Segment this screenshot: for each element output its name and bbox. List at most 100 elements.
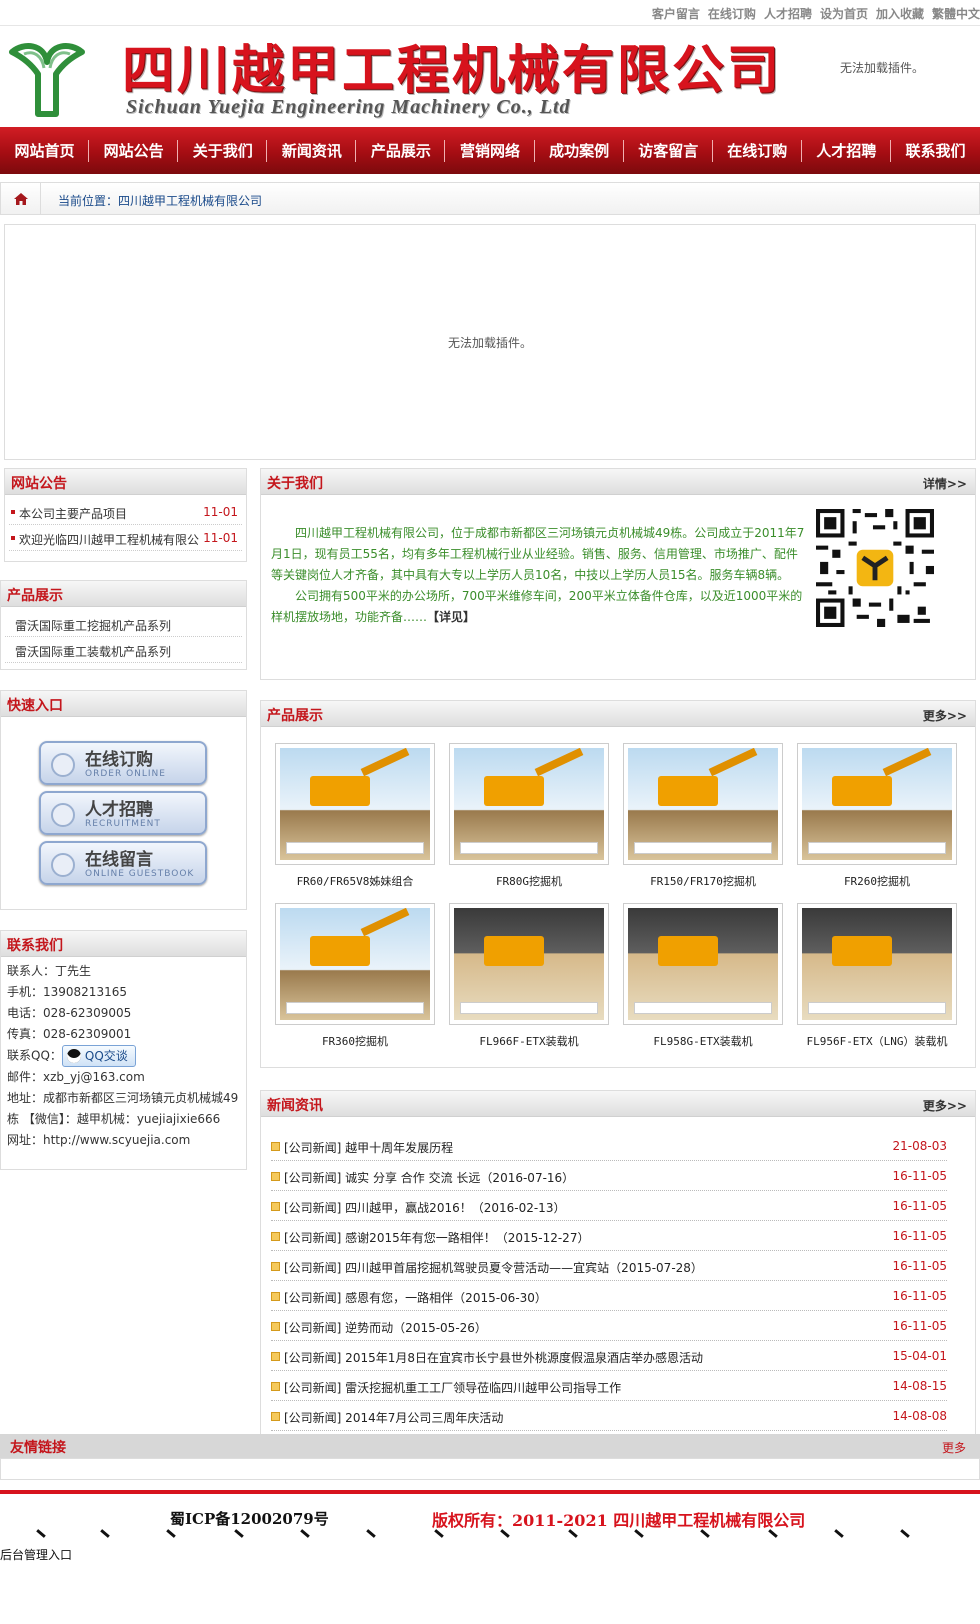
nav-cases[interactable]: 成功案例	[535, 127, 624, 174]
about-more-link[interactable]: 详情>>	[923, 475, 967, 492]
contact-fax: 传真：028-62309001	[7, 1027, 132, 1041]
product-caption[interactable]: FR260挖掘机	[797, 873, 957, 889]
news-title: 新闻资讯	[267, 1098, 323, 1114]
product-caption[interactable]: FR150/FR170挖掘机	[623, 873, 783, 889]
product-card[interactable]: FR150/FR170挖掘机	[623, 743, 783, 888]
side-product-item[interactable]: 雷沃国际重工装载机产品系列	[5, 637, 242, 663]
product-card[interactable]: FR80G挖掘机	[449, 743, 609, 888]
news-box: 新闻资讯 更多>> [公司新闻] 越甲十周年发展历程 21-08-03 [公司新闻]…	[260, 1090, 976, 1448]
breadcrumb-current[interactable]: 四川越甲工程机械有限公司	[118, 194, 262, 208]
news-item-text[interactable]: [公司新闻] 四川越甲首届挖掘机驾驶员夏令营活动——宜宾站（2015-07-28…	[284, 1259, 703, 1276]
main-nav: 网站首页 网站公告 关于我们 新闻资讯 产品展示 营销网络 成功案例 访客留言 …	[0, 127, 980, 174]
product-card[interactable]: FR260挖掘机	[797, 743, 957, 888]
quick-button-sublabel: ORDER ONLINE	[85, 769, 166, 779]
home-icon[interactable]	[1, 183, 41, 214]
top-link-set-home[interactable]: 设为首页	[820, 5, 868, 22]
news-item[interactable]: [公司新闻] 雷沃挖掘机重工工厂领导莅临四川越甲公司指导工作 14-08-15	[271, 1371, 947, 1401]
news-item[interactable]: [公司新闻] 逆势而动（2015-05-26） 16-11-05	[271, 1311, 947, 1341]
product-caption[interactable]: FR80G挖掘机	[449, 873, 609, 889]
news-item-text[interactable]: [公司新闻] 四川越甲，赢战2016！（2016-02-13）	[284, 1199, 565, 1216]
top-link-jobs[interactable]: 人才招聘	[764, 5, 812, 22]
nav-notice[interactable]: 网站公告	[89, 127, 179, 174]
news-item[interactable]: [公司新闻] 感谢2015年有您一路相伴！（2015-12-27） 16-11-0…	[271, 1221, 947, 1251]
notice-title: 网站公告	[11, 476, 67, 492]
product-caption[interactable]: FL956F-ETX（LNG）装载机	[797, 1033, 957, 1049]
notice-item[interactable]: 欢迎光临四川越甲工程机械有限公 11-01	[9, 525, 242, 551]
top-link-traditional[interactable]: 繁體中文	[932, 5, 980, 22]
nav-order[interactable]: 在线订购	[713, 127, 802, 174]
news-item[interactable]: [公司新闻] 越甲十周年发展历程 21-08-03	[271, 1131, 947, 1161]
quick-jobs-button[interactable]: 人才招聘 RECRUITMENT	[39, 791, 207, 835]
about-detail-link[interactable]: 【详见】	[427, 610, 475, 624]
news-item-date: 16-11-05	[892, 1259, 947, 1273]
product-card[interactable]: FL966F-ETX装载机	[449, 903, 609, 1048]
nav-guestbook[interactable]: 访客留言	[624, 127, 713, 174]
news-item-text[interactable]: [公司新闻] 诚实 分享 合作 交流 长远（2016-07-16）	[284, 1169, 574, 1186]
notice-item-text[interactable]: 欢迎光临四川越甲工程机械有限公	[19, 531, 199, 548]
nav-about[interactable]: 关于我们	[178, 127, 268, 174]
admin-entry-link[interactable]: 后台管理入口	[0, 1546, 72, 1563]
product-card[interactable]: FL958G-ETX装载机	[623, 903, 783, 1048]
news-item-text[interactable]: [公司新闻] 2015年1月8日在宜宾市长宁县世外桃源度假温泉酒店举办感恩活动	[284, 1349, 703, 1366]
news-bullet-icon	[271, 1322, 280, 1331]
nav-contact[interactable]: 联系我们	[891, 127, 980, 174]
news-item-date: 16-11-05	[892, 1289, 947, 1303]
nav-home[interactable]: 网站首页	[0, 127, 90, 174]
footer-decoration	[0, 1529, 980, 1546]
top-link-bookmark[interactable]: 加入收藏	[876, 5, 924, 22]
news-item-text[interactable]: [公司新闻] 逆势而动（2015-05-26）	[284, 1319, 487, 1336]
banner-plugin-area: 无法加载插件。	[4, 224, 976, 460]
product-card[interactable]: FL956F-ETX（LNG）装载机	[797, 903, 957, 1048]
contact-box: 联系我们 联系人：丁先生 手机：13908213165 电话：028-62309…	[0, 930, 247, 1170]
company-logo-icon	[9, 43, 85, 117]
news-bullet-icon	[271, 1412, 280, 1421]
news-item-text[interactable]: [公司新闻] 感恩有您，一路相伴（2015-06-30）	[284, 1289, 547, 1306]
news-item-text[interactable]: [公司新闻] 雷沃挖掘机重工工厂领导莅临四川越甲公司指导工作	[284, 1379, 621, 1396]
nav-products[interactable]: 产品展示	[356, 127, 446, 174]
news-item[interactable]: [公司新闻] 诚实 分享 合作 交流 长远（2016-07-16） 16-11-0…	[271, 1161, 947, 1191]
top-bar: 客户留言 在线订购 人才招聘 设为首页 加入收藏 繁體中文	[0, 0, 980, 26]
news-item[interactable]: [公司新闻] 2014年7月公司三周年庆活动 14-08-08	[271, 1401, 947, 1431]
side-product-item[interactable]: 雷沃国际重工挖掘机产品系列	[5, 611, 242, 637]
news-item[interactable]: [公司新闻] 感恩有您，一路相伴（2015-06-30） 16-11-05	[271, 1281, 947, 1311]
friend-links-title: 友情链接	[10, 1440, 66, 1456]
news-bullet-icon	[271, 1352, 280, 1361]
quick-button-sublabel: ONLINE GUESTBOOK	[85, 869, 195, 879]
notice-item-text[interactable]: 本公司主要产品项目	[19, 505, 127, 522]
product-card[interactable]: FR360挖掘机	[275, 903, 435, 1048]
product-caption[interactable]: FL966F-ETX装载机	[449, 1033, 609, 1049]
headset-icon	[51, 753, 75, 777]
friend-links-more[interactable]: 更多	[942, 1439, 966, 1456]
news-item[interactable]: [公司新闻] 四川越甲，赢战2016！（2016-02-13） 16-11-05	[271, 1191, 947, 1221]
footer-icp[interactable]: 蜀ICP备12002079号	[170, 1508, 329, 1529]
news-item-date: 16-11-05	[892, 1199, 947, 1213]
product-caption[interactable]: FR360挖掘机	[275, 1033, 435, 1049]
side-product-text[interactable]: 雷沃国际重工挖掘机产品系列	[15, 617, 171, 634]
news-item-text[interactable]: [公司新闻] 2014年7月公司三周年庆活动	[284, 1409, 503, 1426]
products-more-link[interactable]: 更多>>	[923, 707, 967, 724]
notice-item-date: 11-01	[203, 531, 238, 545]
product-card[interactable]: FR60/FR65V8姊妹组合	[275, 743, 435, 888]
quick-order-button[interactable]: 在线订购 ORDER ONLINE	[39, 741, 207, 785]
nav-news[interactable]: 新闻资讯	[267, 127, 357, 174]
news-item-date: 16-11-05	[892, 1229, 947, 1243]
news-more-link[interactable]: 更多>>	[923, 1097, 967, 1114]
news-item[interactable]: [公司新闻] 四川越甲首届挖掘机驾驶员夏令营活动——宜宾站（2015-07-28…	[271, 1251, 947, 1281]
product-caption[interactable]: FR60/FR65V8姊妹组合	[275, 873, 435, 889]
nav-marketing[interactable]: 营销网络	[445, 127, 535, 174]
nav-jobs[interactable]: 人才招聘	[802, 127, 892, 174]
product-caption[interactable]: FL958G-ETX装载机	[623, 1033, 783, 1049]
news-item-date: 16-11-05	[892, 1319, 947, 1333]
quick-guestbook-button[interactable]: 在线留言 ONLINE GUESTBOOK	[39, 841, 207, 885]
news-item[interactable]: [公司新闻] 2015年1月8日在宜宾市长宁县世外桃源度假温泉酒店举办感恩活动 1…	[271, 1341, 947, 1371]
qq-chat-button[interactable]: QQ交谈	[61, 1045, 136, 1067]
quick-entry-box: 快速入口 在线订购 ORDER ONLINE 人才招聘 RECRUITMENT 在线…	[0, 690, 247, 910]
news-item-text[interactable]: [公司新闻] 越甲十周年发展历程	[284, 1139, 453, 1156]
notice-item[interactable]: 本公司主要产品项目 11-01	[9, 499, 242, 525]
top-link-order[interactable]: 在线订购	[708, 5, 756, 22]
side-product-text[interactable]: 雷沃国际重工装载机产品系列	[15, 643, 171, 660]
news-item-text[interactable]: [公司新闻] 感谢2015年有您一路相伴！（2015-12-27）	[284, 1229, 589, 1246]
contact-website[interactable]: 网址：http://www.scyuejia.com	[7, 1130, 240, 1151]
company-name-en: Sichuan Yuejia Engineering Machinery Co.…	[126, 96, 571, 118]
top-link-guestbook[interactable]: 客户留言	[652, 5, 700, 22]
